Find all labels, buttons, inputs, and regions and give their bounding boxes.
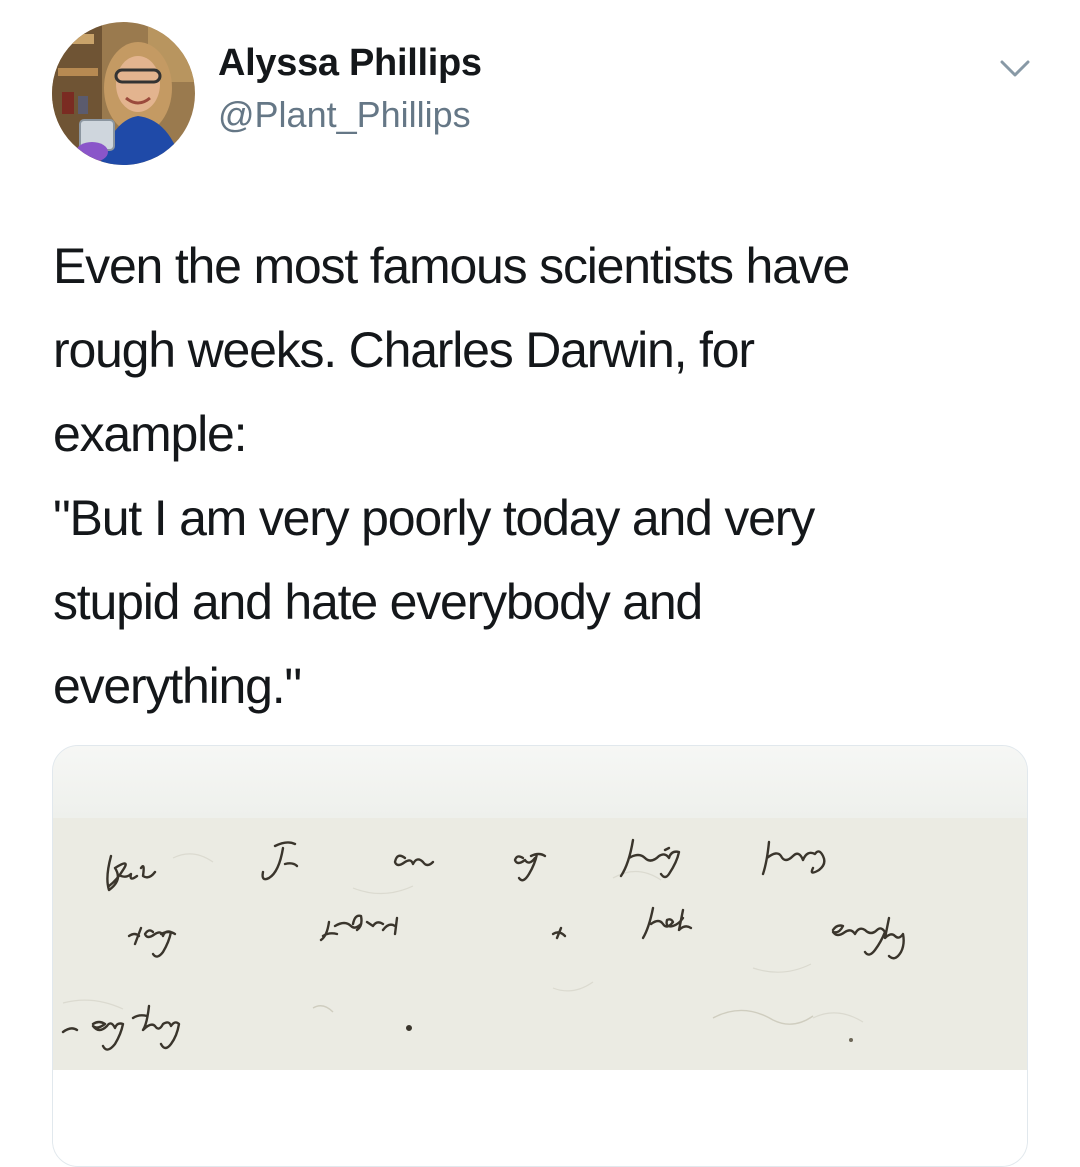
media-bottom-band bbox=[53, 1070, 1027, 1166]
tweet-text-line: example: bbox=[53, 406, 247, 462]
media-top-band bbox=[53, 746, 1027, 818]
tweet-text-line: stupid and hate everybody and bbox=[53, 574, 703, 630]
chevron-down-icon[interactable] bbox=[998, 54, 1032, 84]
avatar-image bbox=[52, 22, 195, 165]
tweet-text-line: everything." bbox=[53, 658, 302, 714]
media-card[interactable] bbox=[52, 745, 1028, 1167]
tweet: Alyssa Phillips @Plant_Phillips Even the… bbox=[0, 0, 1080, 1167]
author-handle[interactable]: @Plant_Phillips bbox=[218, 94, 471, 136]
avatar[interactable] bbox=[52, 22, 195, 165]
tweet-text-line: "But I am very poorly today and very bbox=[53, 490, 815, 546]
manuscript-image bbox=[53, 818, 1027, 1070]
tweet-text-line: Even the most famous scientists have bbox=[53, 238, 850, 294]
tweet-text: Even the most famous scientists have rou… bbox=[53, 224, 1043, 728]
author-name[interactable]: Alyssa Phillips bbox=[218, 42, 482, 85]
tweet-text-line: rough weeks. Charles Darwin, for bbox=[53, 322, 755, 378]
